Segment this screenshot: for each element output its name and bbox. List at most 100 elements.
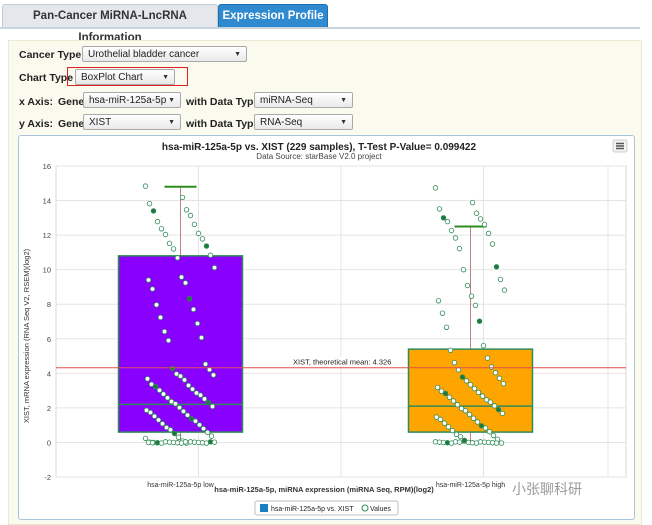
- y-axis-label: y Axis:: [19, 118, 54, 130]
- x-data-type-select[interactable]: miRNA-Seq ▼: [254, 92, 353, 108]
- data-point: [497, 276, 504, 283]
- data-point: [149, 286, 156, 292]
- data-point: [195, 230, 202, 237]
- data-point: [194, 320, 201, 327]
- data-point: [479, 393, 486, 399]
- data-point: [455, 367, 462, 373]
- data-point: [488, 364, 495, 370]
- data-point: [439, 310, 446, 316]
- x-gene-label: Gene: [58, 96, 85, 108]
- data-point: [176, 404, 183, 411]
- data-point: [142, 183, 149, 189]
- cancer-type-value: Urothelial bladder cancer: [88, 49, 200, 60]
- chevron-down-icon: ▼: [168, 97, 175, 104]
- data-point: [449, 427, 456, 434]
- data-point: [209, 403, 216, 410]
- data-point: [476, 318, 483, 324]
- chevron-down-icon: ▼: [340, 97, 347, 104]
- data-point: [199, 236, 206, 242]
- data-point: [481, 221, 488, 228]
- chevron-down-icon: ▼: [234, 51, 241, 58]
- chart-legend[interactable]: hsa-miR-125a-5p vs. XIST Values: [254, 500, 399, 516]
- data-point: [186, 296, 193, 302]
- data-point: [448, 227, 455, 234]
- data-point: [149, 440, 156, 446]
- data-point: [451, 359, 458, 366]
- x-gene-select[interactable]: hsa-miR-125a-5p ▼: [83, 92, 181, 108]
- y-gene-select[interactable]: XIST ▼: [83, 114, 181, 130]
- data-point: [202, 361, 209, 367]
- data-point: [205, 400, 212, 406]
- tab-mirna-lncrna-information[interactable]: Pan-Cancer MiRNA-LncRNA Information: [2, 4, 218, 44]
- data-point: [200, 425, 207, 432]
- data-point: [443, 324, 450, 330]
- data-point: [496, 375, 503, 381]
- data-point: [142, 435, 149, 442]
- data-point: [211, 439, 218, 445]
- y-tick-label: 10: [43, 266, 51, 275]
- y-tick-label: 2: [47, 404, 51, 413]
- data-point: [175, 434, 182, 440]
- data-point: [151, 413, 158, 419]
- data-point: [165, 337, 172, 344]
- y-tick-label: 4: [47, 369, 51, 378]
- chart-subtitle: Data Source: starBase V2.0 project: [256, 152, 382, 161]
- data-point: [156, 387, 163, 394]
- data-point: [440, 215, 447, 221]
- data-point: [491, 403, 498, 409]
- data-point: [487, 399, 494, 405]
- data-point: [211, 264, 218, 271]
- data-point: [471, 385, 478, 392]
- tab-expression-profile[interactable]: Expression Profile: [218, 4, 328, 28]
- data-point: [198, 334, 205, 341]
- data-point: [444, 218, 451, 225]
- data-point: [493, 264, 500, 270]
- data-point: [462, 408, 469, 414]
- data-point: [484, 355, 491, 361]
- data-point: [464, 282, 471, 289]
- box-high: [407, 348, 534, 433]
- data-point: [450, 398, 457, 404]
- watermark-text: 小张聊科研: [512, 481, 582, 497]
- data-point: [192, 418, 199, 424]
- y-data-type-select[interactable]: RNA-Seq ▼: [254, 114, 353, 130]
- chevron-down-icon: ▼: [340, 119, 347, 126]
- legend-series-label: hsa-miR-125a-5p vs. XIST: [271, 506, 354, 513]
- data-point: [492, 370, 499, 376]
- chart-menu-button[interactable]: [612, 139, 628, 153]
- data-point: [177, 373, 184, 379]
- cancer-type-select[interactable]: Urothelial bladder cancer ▼: [82, 46, 247, 62]
- data-point: [489, 241, 496, 247]
- chart-type-label: Chart Type: [19, 72, 74, 84]
- data-point: [169, 365, 176, 372]
- legend-series-swatch: [260, 504, 268, 512]
- data-point: [432, 185, 439, 191]
- data-point: [145, 277, 152, 283]
- data-point: [460, 266, 467, 273]
- data-point: [170, 246, 177, 252]
- x-data-type-label: with Data Type: [186, 96, 260, 108]
- data-point: [459, 374, 466, 380]
- data-point: [475, 389, 482, 396]
- data-point: [435, 298, 442, 304]
- data-point: [501, 287, 508, 293]
- y-gene-value: XIST: [89, 117, 112, 128]
- data-point: [162, 231, 169, 238]
- data-point: [493, 440, 500, 446]
- data-point: [180, 408, 187, 415]
- data-point: [468, 293, 475, 299]
- data-point: [187, 212, 194, 219]
- y-gene-label: Gene: [58, 118, 85, 130]
- data-point: [470, 415, 477, 421]
- data-point: [452, 235, 459, 241]
- data-point: [480, 342, 487, 349]
- y-tick-label: 8: [47, 300, 51, 309]
- data-point: [166, 240, 173, 247]
- data-point: [469, 199, 476, 206]
- legend-values-label: Values: [370, 506, 391, 513]
- data-point: [434, 384, 441, 391]
- data-point: [473, 210, 480, 216]
- data-point: [146, 201, 153, 207]
- data-point: [499, 410, 506, 417]
- data-point: [456, 245, 463, 252]
